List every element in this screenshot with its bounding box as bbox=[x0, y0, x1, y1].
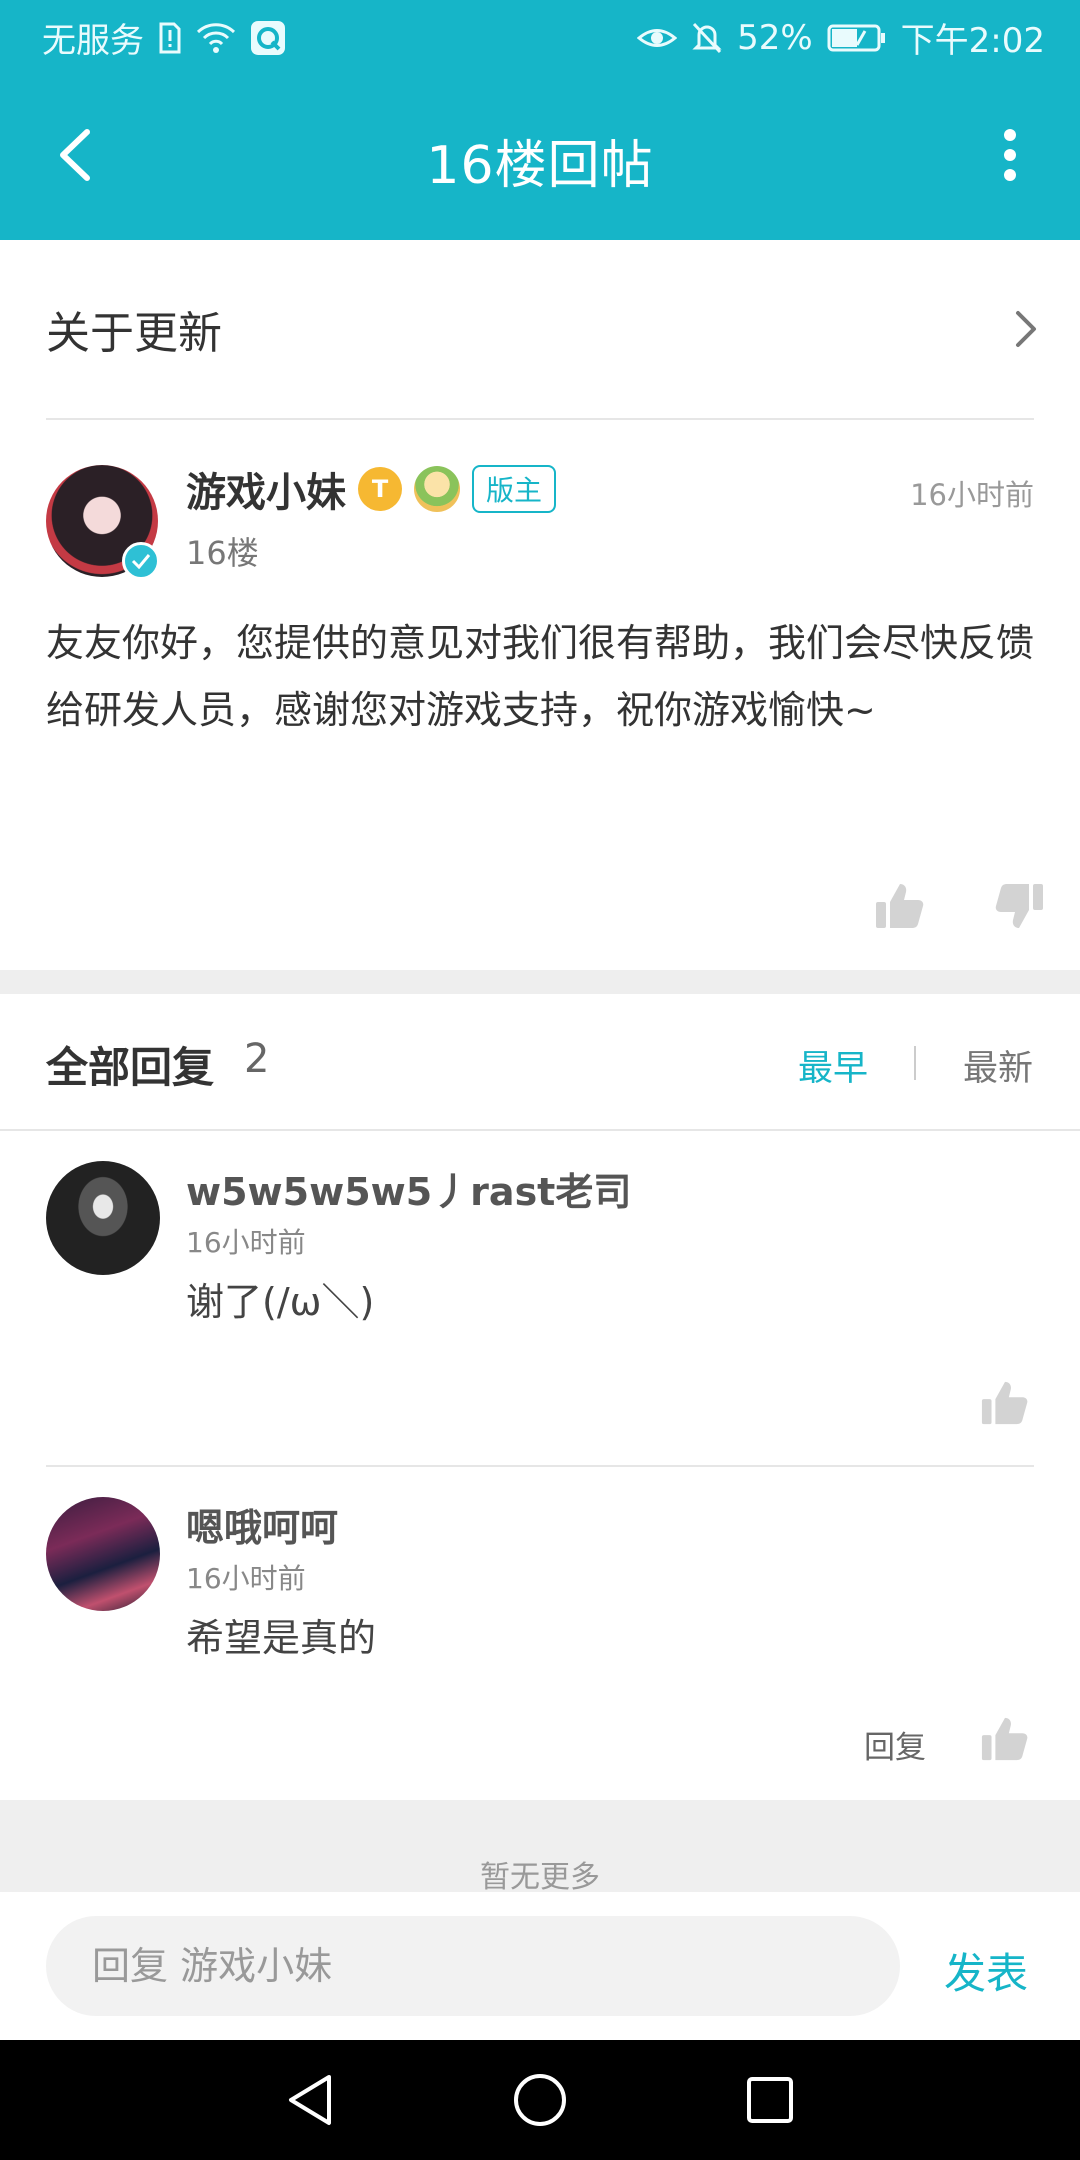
reply-composer: 发表 bbox=[0, 1892, 1080, 2040]
bell-off-icon bbox=[691, 21, 723, 55]
like-button[interactable] bbox=[980, 1378, 1030, 1428]
verified-icon bbox=[122, 542, 160, 580]
avatar[interactable] bbox=[46, 1161, 160, 1275]
replies-header: 全部回复 2 最早 最新 bbox=[0, 994, 1080, 1129]
app-header: 16楼回帖 bbox=[0, 75, 1080, 240]
post-content: 友友你好，您提供的意见对我们很有帮助，我们会尽快反馈给研发人员，感谢您对游戏支持… bbox=[46, 621, 1035, 732]
reply-content: 希望是真的 bbox=[186, 1616, 377, 1660]
nav-recents-button[interactable] bbox=[740, 2070, 800, 2130]
thread-title: 关于更新 bbox=[46, 308, 222, 359]
eye-comfort-icon bbox=[637, 23, 678, 53]
triangle-back-icon bbox=[289, 2075, 331, 2125]
chevron-right-icon bbox=[1016, 311, 1036, 347]
sort-earliest-tab[interactable]: 最早 bbox=[798, 1040, 868, 1091]
more-options-button[interactable] bbox=[980, 120, 1040, 190]
thumbs-up-icon bbox=[981, 1717, 1028, 1761]
reply-username[interactable]: 嗯哦呵呵 bbox=[186, 1497, 338, 1552]
floor-number: 16楼 bbox=[186, 534, 259, 572]
no-more-text: 暂无更多 bbox=[480, 1860, 600, 1895]
reply-button[interactable]: 回复 bbox=[864, 1722, 926, 1767]
reply-content: 谢了(/ω＼) bbox=[186, 1280, 375, 1324]
app-notification-icon bbox=[250, 20, 286, 56]
username[interactable]: 游戏小妹 bbox=[186, 460, 346, 518]
thumbs-up-icon bbox=[981, 1381, 1028, 1425]
reply-item: 嗯哦呵呵 16小时前 希望是真的 回复 bbox=[0, 1467, 1080, 1802]
circle-home-icon bbox=[514, 2074, 566, 2126]
system-nav-bar bbox=[0, 2040, 1080, 2160]
post-author: 游戏小妹 T 版主 bbox=[186, 460, 557, 518]
reply-time: 16小时前 bbox=[186, 1226, 306, 1259]
thumbs-up-icon bbox=[876, 884, 924, 928]
reply-item: w5w5w5w5丿rast老司 16小时前 谢了(/ω＼) bbox=[0, 1131, 1080, 1466]
post-time: 16小时前 bbox=[910, 478, 1034, 512]
character-badge-icon bbox=[414, 466, 460, 512]
wifi-icon bbox=[196, 22, 236, 54]
moderator-badge: 版主 bbox=[472, 465, 557, 513]
dislike-button[interactable] bbox=[993, 880, 1045, 932]
no-more-footer: 暂无更多 bbox=[0, 1800, 1080, 1895]
status-left: 无服务 bbox=[42, 13, 286, 62]
send-button[interactable]: 发表 bbox=[944, 1940, 1028, 2001]
nav-back-button[interactable] bbox=[280, 2070, 340, 2130]
reply-username[interactable]: w5w5w5w5丿rast老司 bbox=[186, 1161, 631, 1216]
like-button[interactable] bbox=[980, 1714, 1030, 1764]
floor-post: 游戏小妹 T 版主 16小时前 16楼 友友你好，您提供的意见对我们很有帮助，我… bbox=[0, 420, 1080, 970]
section-gap bbox=[0, 970, 1080, 994]
sim-alert-icon bbox=[158, 22, 182, 54]
avatar[interactable] bbox=[46, 1497, 160, 1611]
nav-home-button[interactable] bbox=[510, 2070, 570, 2130]
carrier-text: 无服务 bbox=[42, 21, 144, 61]
replies-title: 全部回复 bbox=[46, 1043, 215, 1092]
reply-time: 16小时前 bbox=[186, 1562, 306, 1595]
thumbs-down-icon bbox=[995, 884, 1043, 928]
square-recents-icon bbox=[747, 2077, 793, 2123]
replies-count: 2 bbox=[244, 1036, 270, 1082]
sort-latest-tab[interactable]: 最新 bbox=[963, 1040, 1033, 1091]
thread-link[interactable]: 关于更新 bbox=[0, 240, 1080, 418]
reply-input[interactable] bbox=[46, 1916, 900, 2016]
like-button[interactable] bbox=[874, 880, 926, 932]
status-bar: 无服务 52% 下午2:02 bbox=[0, 0, 1080, 75]
more-vertical-icon bbox=[1004, 129, 1016, 181]
page-title: 16楼回帖 bbox=[426, 136, 654, 196]
battery-icon bbox=[827, 23, 887, 53]
clock-time: 下午2:02 bbox=[900, 21, 1045, 61]
level-badge-icon: T bbox=[358, 467, 402, 511]
status-right: 52% 下午2:02 bbox=[637, 13, 1045, 62]
battery-percent: 52% bbox=[737, 17, 813, 58]
sort-divider bbox=[914, 1046, 916, 1080]
